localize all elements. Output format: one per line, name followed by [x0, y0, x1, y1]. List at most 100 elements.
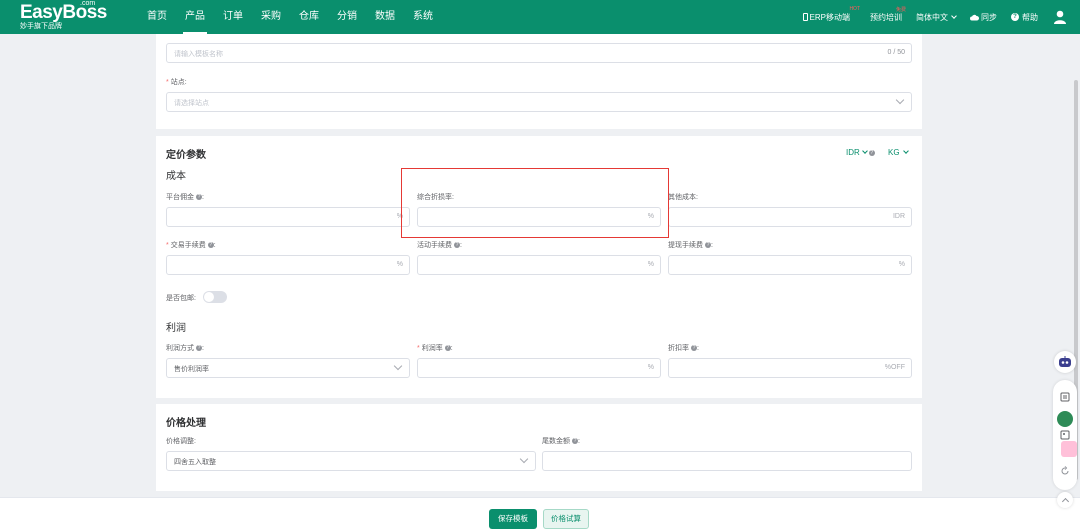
price-processing-card: 价格处理 价格调整: 四舍五入取整 尾数金额?:: [156, 404, 922, 491]
help-icon: ?: [454, 242, 460, 249]
phone-icon: [802, 13, 808, 21]
chevron-down-icon: [895, 95, 905, 105]
cost-subtitle: 成本: [166, 171, 186, 182]
nav-item-purchase[interactable]: 采购: [259, 0, 283, 34]
left-margin: [0, 34, 156, 497]
transaction-fee-input[interactable]: %: [166, 255, 410, 275]
main-nav: 首页 产品 订单 采购 仓库 分销 数据 系统: [145, 0, 449, 34]
help-icon: ?: [1011, 13, 1019, 21]
notes-icon[interactable]: [1060, 392, 1070, 402]
sync-label: 同步: [981, 12, 997, 22]
free-shipping-toggle[interactable]: [203, 291, 227, 303]
currency-value: IDR: [846, 148, 860, 157]
brand-com: .com: [80, 0, 96, 7]
floating-toolbar: [1053, 380, 1077, 490]
image-icon[interactable]: [1060, 430, 1070, 440]
robot-icon: [1059, 356, 1071, 367]
activity-fee-label: 活动手续费?:: [417, 242, 462, 249]
brand-logo[interactable]: EasyBoss .com 妙手旗下品牌: [20, 0, 107, 31]
platform-commission-label: 平台佣金?:: [166, 194, 204, 201]
template-name-placeholder: 请输入模板名称: [174, 51, 223, 58]
price-adjust-label: 价格调整:: [166, 438, 196, 445]
help-icon: ?: [868, 149, 875, 156]
nav-item-system[interactable]: 系统: [411, 0, 435, 34]
bottom-action-bar: 保存模板 价格试算: [0, 497, 1080, 532]
template-name-input[interactable]: 请输入模板名称 0 / 50: [166, 43, 912, 63]
promo-badge-icon[interactable]: [1061, 441, 1077, 457]
percent-suffix: %: [898, 261, 905, 268]
help-icon: ?: [691, 345, 697, 352]
percent-suffix: %: [647, 364, 654, 371]
nav-item-home[interactable]: 首页: [145, 0, 169, 34]
tail-amount-label: 尾数金额?:: [542, 438, 580, 445]
training-link[interactable]: 预约培训 免费: [870, 7, 906, 23]
chevron-down-icon: [902, 148, 909, 154]
erp-mobile-label: ERP移动端: [809, 12, 850, 22]
robot-assistant-icon[interactable]: [1054, 351, 1076, 373]
profit-method-label: 利润方式?:: [166, 345, 204, 352]
other-cost-input[interactable]: IDR: [668, 207, 912, 227]
tail-amount-input[interactable]: [542, 451, 912, 471]
highlight-box: [401, 168, 669, 238]
brand-subtitle: 妙手旗下品牌: [20, 23, 62, 30]
idr-suffix: IDR: [892, 213, 905, 220]
help-icon: ?: [572, 438, 578, 445]
user-icon[interactable]: [1052, 9, 1068, 25]
platform-commission-input[interactable]: %: [166, 207, 410, 227]
price-trial-button[interactable]: 价格试算: [543, 509, 589, 529]
erp-mobile-link[interactable]: ERP移动端 HOT: [802, 6, 860, 23]
sync-button[interactable]: 同步: [970, 12, 997, 23]
chevron-down-icon: [393, 361, 403, 371]
pricing-title: 定价参数: [166, 150, 206, 161]
percent-suffix: %: [647, 261, 654, 268]
language-select[interactable]: 简体中文: [916, 12, 957, 23]
activity-fee-input[interactable]: %: [417, 255, 661, 275]
site-label: * 站点:: [166, 79, 187, 86]
save-template-button[interactable]: 保存模板: [489, 509, 537, 529]
template-name-counter: 0 / 50: [887, 49, 905, 56]
chevron-down-icon: [861, 148, 868, 154]
top-navbar: EasyBoss .com 妙手旗下品牌 首页 产品 订单 采购 仓库 分销 数…: [0, 0, 1080, 34]
withdrawal-fee-label: 提现手续费?:: [668, 242, 713, 249]
price-adjust-select[interactable]: 四舍五入取整: [166, 451, 536, 471]
profit-rate-label: * 利润率?:: [417, 345, 453, 352]
cloud-icon: [970, 14, 979, 20]
nav-item-orders[interactable]: 订单: [221, 0, 245, 34]
back-to-top-button[interactable]: [1057, 492, 1073, 508]
refresh-icon[interactable]: [1060, 466, 1070, 476]
off-suffix: %OFF: [884, 364, 905, 371]
top-right-actions: ERP移动端 HOT 预约培训 免费 简体中文 同步 ? 帮助: [802, 0, 1080, 34]
price-adjust-value: 四舍五入取整: [174, 459, 216, 466]
nav-item-products[interactable]: 产品: [183, 0, 207, 34]
training-label: 预约培训: [870, 12, 902, 22]
chevron-up-icon: [1061, 497, 1069, 506]
help-icon: ?: [196, 345, 202, 352]
help-button[interactable]: ? 帮助: [1011, 12, 1038, 23]
nav-item-data[interactable]: 数据: [373, 0, 397, 34]
weight-unit-value: KG: [888, 148, 900, 157]
help-label: 帮助: [1022, 12, 1038, 22]
withdrawal-fee-input[interactable]: %: [668, 255, 912, 275]
nav-item-distribution[interactable]: 分销: [335, 0, 359, 34]
profit-subtitle: 利润: [166, 323, 186, 334]
currency-select[interactable]: IDR ?: [846, 148, 875, 157]
chevron-down-icon: [519, 454, 529, 464]
discount-rate-input[interactable]: %OFF: [668, 358, 912, 378]
transaction-fee-label: * 交易手续费?:: [166, 242, 216, 249]
profit-rate-input[interactable]: %: [417, 358, 661, 378]
site-select[interactable]: 请选择站点: [166, 92, 912, 112]
percent-suffix: %: [396, 261, 403, 268]
nav-item-warehouse[interactable]: 仓库: [297, 0, 321, 34]
weight-unit-select[interactable]: KG: [888, 148, 909, 157]
help-icon: ?: [207, 242, 214, 249]
chevron-down-icon: [951, 13, 957, 19]
help-icon: ?: [196, 194, 202, 201]
language-label: 简体中文: [916, 12, 948, 22]
profit-method-select[interactable]: 售价利润率: [166, 358, 410, 378]
hot-badge: HOT: [849, 5, 860, 12]
avatar[interactable]: [1057, 411, 1073, 427]
site-placeholder: 请选择站点: [174, 100, 209, 107]
basic-info-card: 请输入模板名称 0 / 50 * 站点: 请选择站点: [156, 34, 922, 129]
other-cost-label: 其他成本:: [668, 194, 698, 201]
help-icon: ?: [444, 345, 451, 352]
